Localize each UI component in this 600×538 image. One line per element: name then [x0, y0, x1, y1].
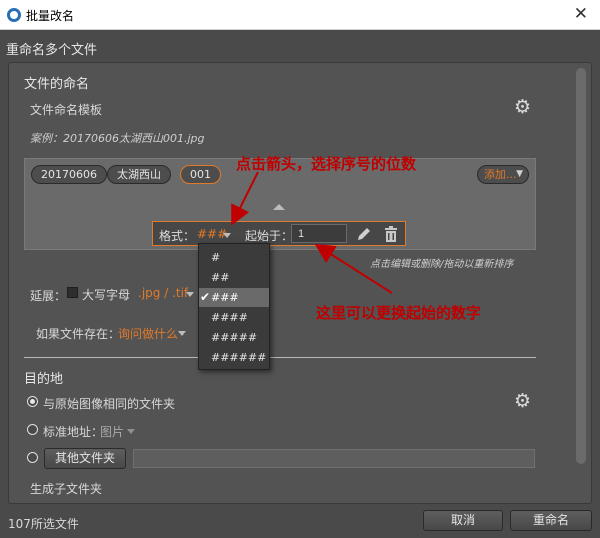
- annotation-arrow-format: [231, 171, 259, 226]
- annotation-arrow-start: [314, 243, 393, 294]
- annotation-format-text: 点击箭头，选择序号的位数: [236, 155, 417, 173]
- annotation-start-text: 这里可以更换起始的数字: [316, 304, 482, 322]
- annotation-arrows: [231, 171, 393, 294]
